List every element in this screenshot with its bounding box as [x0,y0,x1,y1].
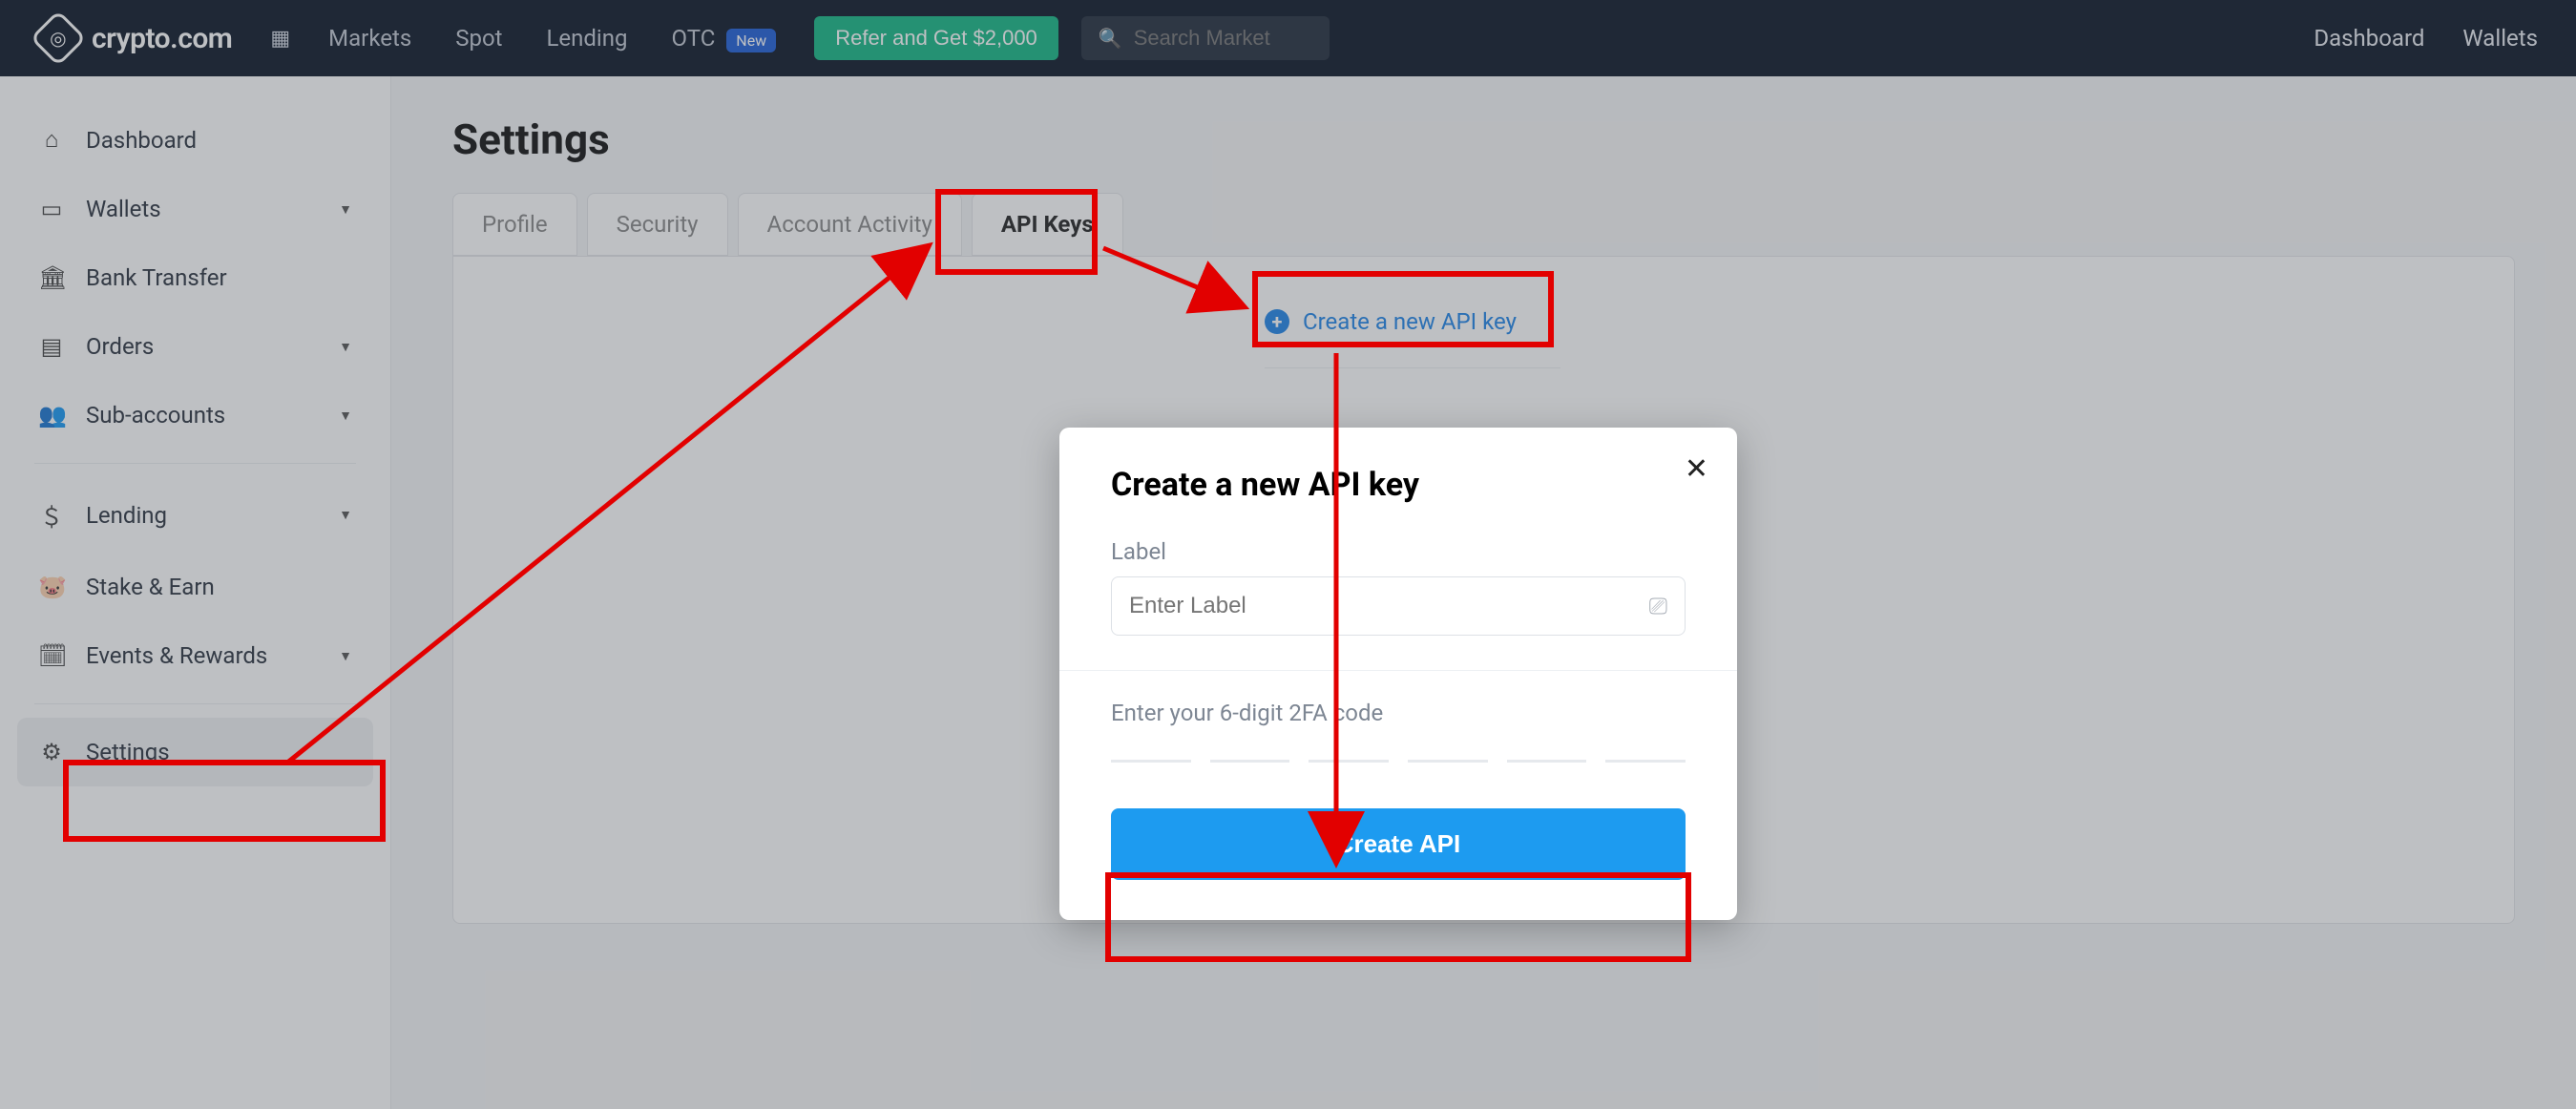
users-icon: 👥 [38,402,65,429]
create-api-key-modal: ✕ Create a new API key Label ⎚ Enter you… [1059,428,1737,920]
tfa-code-inputs[interactable] [1059,753,1737,791]
page-title: Settings [452,115,2515,164]
header-wallets-link[interactable]: Wallets [2462,25,2538,52]
tab-security[interactable]: Security [587,193,728,256]
close-icon[interactable]: ✕ [1685,452,1708,486]
id-card-icon: ⎚ [1649,593,1667,619]
home-icon: ⌂ [38,126,65,154]
tfa-label: Enter your 6-digit 2FA code [1059,700,1737,753]
brand-text: crypto.com [92,22,232,55]
sidebar-item-wallets[interactable]: ▭ Wallets ▼ [0,175,390,243]
tfa-digit-2[interactable] [1210,753,1290,763]
logo-icon: ◎ [30,10,86,66]
sidebar-item-label: Events & Rewards [86,642,267,669]
tfa-digit-1[interactable] [1111,753,1191,763]
sidebar-item-label: Bank Transfer [86,264,227,291]
plus-circle-icon: + [1265,309,1289,334]
chevron-down-icon: ▼ [339,507,352,523]
sidebar-item-label: Dashboard [86,127,197,154]
sidebar-item-sub-accounts[interactable]: 👥 Sub-accounts ▼ [0,381,390,450]
top-nav: Markets Spot Lending OTC New [328,25,776,52]
header-right: Dashboard Wallets [2314,25,2538,52]
tfa-digit-4[interactable] [1408,753,1488,763]
tfa-digit-5[interactable] [1507,753,1587,763]
calendar-icon: 🗓 [38,642,65,669]
sidebar-item-label: Lending [86,502,167,529]
search-icon: 🔍 [1099,27,1122,50]
search-input[interactable] [1134,26,1312,51]
search-box[interactable]: 🔍 [1081,16,1330,60]
chevron-down-icon: ▼ [339,648,352,664]
sidebar-item-label: Sub-accounts [86,402,225,429]
piggy-icon: 🐷 [38,574,65,600]
tab-profile[interactable]: Profile [452,193,577,256]
settings-tabs: Profile Security Account Activity API Ke… [452,193,2515,256]
wallet-icon: ▭ [38,196,65,222]
apps-grid-icon[interactable]: ▦ [270,27,290,51]
tab-account-activity[interactable]: Account Activity [738,193,962,256]
sidebar-item-lending[interactable]: ＄ Lending ▼ [0,477,390,553]
nav-otc[interactable]: OTC [672,25,716,52]
sidebar-item-label: Stake & Earn [86,574,215,600]
divider [34,463,356,464]
tfa-digit-6[interactable] [1605,753,1686,763]
chevron-down-icon: ▼ [339,201,352,218]
nav-markets[interactable]: Markets [328,25,411,52]
nav-lending[interactable]: Lending [546,25,627,52]
create-api-button[interactable]: Create API [1111,808,1686,880]
label-input-wrap[interactable]: ⎚ [1111,576,1686,636]
sidebar-item-settings[interactable]: ⚙ Settings [17,718,373,786]
orders-icon: ▤ [38,333,65,360]
tab-api-keys[interactable]: API Keys [972,193,1123,256]
tfa-digit-3[interactable] [1309,753,1389,763]
sidebar-item-bank-transfer[interactable]: 🏛 Bank Transfer [0,243,390,312]
nav-spot[interactable]: Spot [455,25,502,52]
bank-icon: 🏛 [38,264,65,291]
modal-title: Create a new API key [1059,466,1737,529]
sidebar-item-label: Settings [86,739,170,765]
brand-logo[interactable]: ◎ crypto.com [38,18,232,58]
sidebar-item-dashboard[interactable]: ⌂ Dashboard [0,105,390,175]
refer-button[interactable]: Refer and Get $2,000 [814,16,1058,60]
lending-icon: ＄ [38,498,65,532]
create-api-key-label: Create a new API key [1303,308,1517,335]
gear-icon: ⚙ [38,739,65,765]
create-api-key-link[interactable]: + Create a new API key [1265,295,1560,368]
label-field-label: Label [1059,529,1737,576]
chevron-down-icon: ▼ [339,339,352,355]
new-badge: New [726,29,776,52]
sidebar-item-label: Wallets [86,196,161,222]
sidebar-item-label: Orders [86,333,154,360]
sidebar: ⌂ Dashboard ▭ Wallets ▼ 🏛 Bank Transfer … [0,76,391,1109]
sidebar-item-events-rewards[interactable]: 🗓 Events & Rewards ▼ [0,621,390,690]
chevron-down-icon: ▼ [339,408,352,424]
divider [34,703,356,704]
sidebar-item-orders[interactable]: ▤ Orders ▼ [0,312,390,381]
header-dashboard-link[interactable]: Dashboard [2314,25,2424,52]
top-header: ◎ crypto.com ▦ Markets Spot Lending OTC … [0,0,2576,76]
label-input[interactable] [1129,593,1649,619]
nav-otc-wrap[interactable]: OTC New [672,25,777,52]
sidebar-item-stake-earn[interactable]: 🐷 Stake & Earn [0,553,390,621]
divider [1059,670,1737,671]
